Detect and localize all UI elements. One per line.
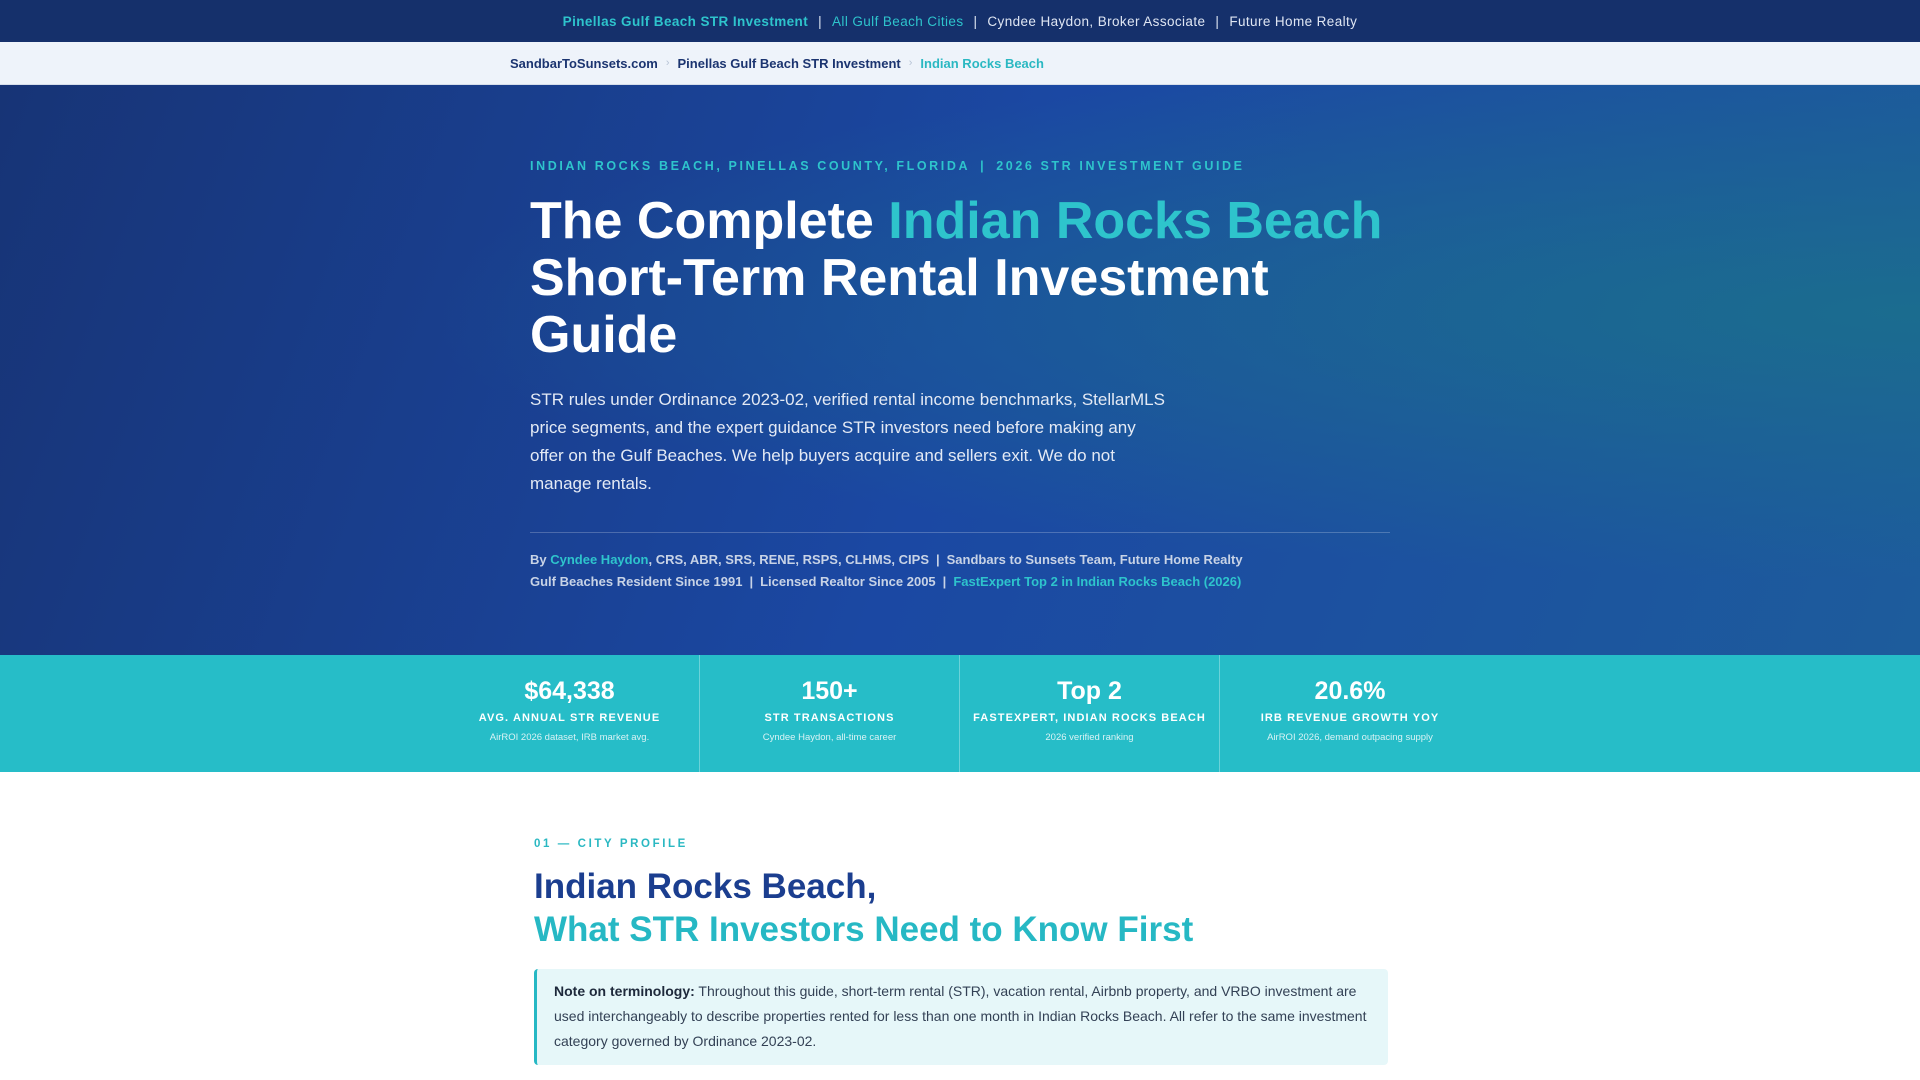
stat-source: Cyndee Haydon, all-time career xyxy=(762,732,897,743)
byline-line-1: By Cyndee Haydon, CRS, ABR, SRS, RENE, R… xyxy=(530,549,1390,571)
stat-source: AirROI 2026, demand outpacing supply xyxy=(1267,732,1433,743)
hero-content: INDIAN ROCKS BEACH, PINELLAS COUNTY, FLO… xyxy=(530,159,1390,593)
breadcrumb-pinellas[interactable]: Pinellas Gulf Beach STR Investment xyxy=(678,56,901,71)
page-title-suffix: Short-Term Rental Investment Guide xyxy=(530,249,1269,364)
author-byline: By Cyndee Haydon, CRS, ABR, SRS, RENE, R… xyxy=(530,549,1390,593)
author-award-link[interactable]: FastExpert Top 2 in Indian Rocks Beach (… xyxy=(953,574,1241,589)
hero-eyebrow-separator: | xyxy=(980,159,987,173)
top-nav-link-agent[interactable]: Cyndee Haydon, Broker Associate xyxy=(987,14,1205,29)
page-title-prefix: The Complete xyxy=(530,192,889,250)
stat-value: 150+ xyxy=(801,677,858,705)
hero-eyebrow-location: INDIAN ROCKS BEACH, PINELLAS COUNTY, FLO… xyxy=(530,159,971,173)
stat-value: Top 2 xyxy=(1057,677,1122,705)
section-title: Indian Rocks Beach, What STR Investors N… xyxy=(534,865,1388,951)
section-eyebrow: 01 — CITY PROFILE xyxy=(534,838,688,850)
breadcrumb-separator-icon: › xyxy=(908,57,913,69)
terminology-note: Note on terminology: Throughout this gui… xyxy=(534,969,1388,1065)
hero-eyebrow: INDIAN ROCKS BEACH, PINELLAS COUNTY, FLO… xyxy=(530,159,1390,173)
hero-divider xyxy=(530,532,1390,533)
author-resident-since: Gulf Beaches Resident Since 1991 xyxy=(530,574,743,589)
stat-label: STR TRANSACTIONS xyxy=(764,712,895,724)
note-label: Note on terminology: xyxy=(554,983,695,999)
byline-separator: | xyxy=(936,552,940,567)
top-nav-link-brokerage[interactable]: Future Home Realty xyxy=(1229,14,1357,29)
section-title-line-1: Indian Rocks Beach, xyxy=(534,867,877,906)
stat-value: $64,338 xyxy=(524,677,615,705)
hero-eyebrow-guide: 2026 STR INVESTMENT GUIDE xyxy=(996,159,1245,173)
stat-source: 2026 verified ranking xyxy=(1045,732,1134,743)
byline-line-2: Gulf Beaches Resident Since 1991 | License… xyxy=(530,571,1390,593)
stat-label: AVG. ANNUAL STR REVENUE xyxy=(478,712,661,724)
breadcrumb-separator-icon: › xyxy=(665,57,670,69)
hero-description: STR rules under Ordinance 2023-02, verif… xyxy=(530,390,1165,493)
byline-separator: | xyxy=(749,574,754,589)
hero-section: INDIAN ROCKS BEACH, PINELLAS COUNTY, FLO… xyxy=(0,85,1920,655)
stat-card-transactions: 150+ STR TRANSACTIONS Cyndee Haydon, all… xyxy=(700,655,960,772)
byline-separator: | xyxy=(942,574,947,589)
author-name-link[interactable]: Cyndee Haydon xyxy=(550,552,648,567)
author-team: Sandbars to Sunsets Team, Future Home Re… xyxy=(946,552,1243,567)
city-profile-section: 01 — CITY PROFILE Indian Rocks Beach, Wh… xyxy=(534,838,1388,1065)
byline-by: By xyxy=(530,552,551,567)
stat-source: AirROI 2026 dataset, IRB market avg. xyxy=(489,732,650,743)
stat-card-revenue: $64,338 AVG. ANNUAL STR REVENUE AirROI 2… xyxy=(440,655,700,772)
author-licensed-since: Licensed Realtor Since 2005 xyxy=(760,574,936,589)
top-nav-link-all-cities[interactable]: All Gulf Beach Cities xyxy=(832,14,963,29)
top-nav-bar: Pinellas Gulf Beach STR Investment | All… xyxy=(0,0,1920,42)
author-credentials: , CRS, ABR, SRS, RENE, RSPS, CLHMS, CIPS xyxy=(648,552,929,567)
breadcrumb-home[interactable]: SandbarToSunsets.com xyxy=(510,56,658,71)
page-title-highlight: Indian Rocks Beach xyxy=(888,192,1383,250)
top-nav-link-pinellas-str[interactable]: Pinellas Gulf Beach STR Investment xyxy=(563,14,808,29)
breadcrumb-current: Indian Rocks Beach xyxy=(920,55,1044,71)
stats-bar: $64,338 AVG. ANNUAL STR REVENUE AirROI 2… xyxy=(0,655,1920,772)
top-nav-separator: | xyxy=(973,13,978,29)
top-nav-separator: | xyxy=(818,13,823,29)
stat-label: IRB REVENUE GROWTH YOY xyxy=(1260,712,1440,724)
stat-value: 20.6% xyxy=(1314,677,1386,705)
section-title-line-2: What STR Investors Need to Know First xyxy=(534,910,1194,949)
top-nav-separator: | xyxy=(1215,13,1220,29)
page-title: The Complete Indian Rocks Beach Short-Te… xyxy=(530,193,1410,364)
stat-card-ranking: Top 2 FASTEXPERT, INDIAN ROCKS BEACH 202… xyxy=(960,655,1220,772)
stat-label: FASTEXPERT, INDIAN ROCKS BEACH xyxy=(973,712,1206,724)
stat-card-growth: 20.6% IRB REVENUE GROWTH YOY AirROI 2026… xyxy=(1220,655,1480,772)
breadcrumb: SandbarToSunsets.com › Pinellas Gulf Bea… xyxy=(0,42,1920,85)
